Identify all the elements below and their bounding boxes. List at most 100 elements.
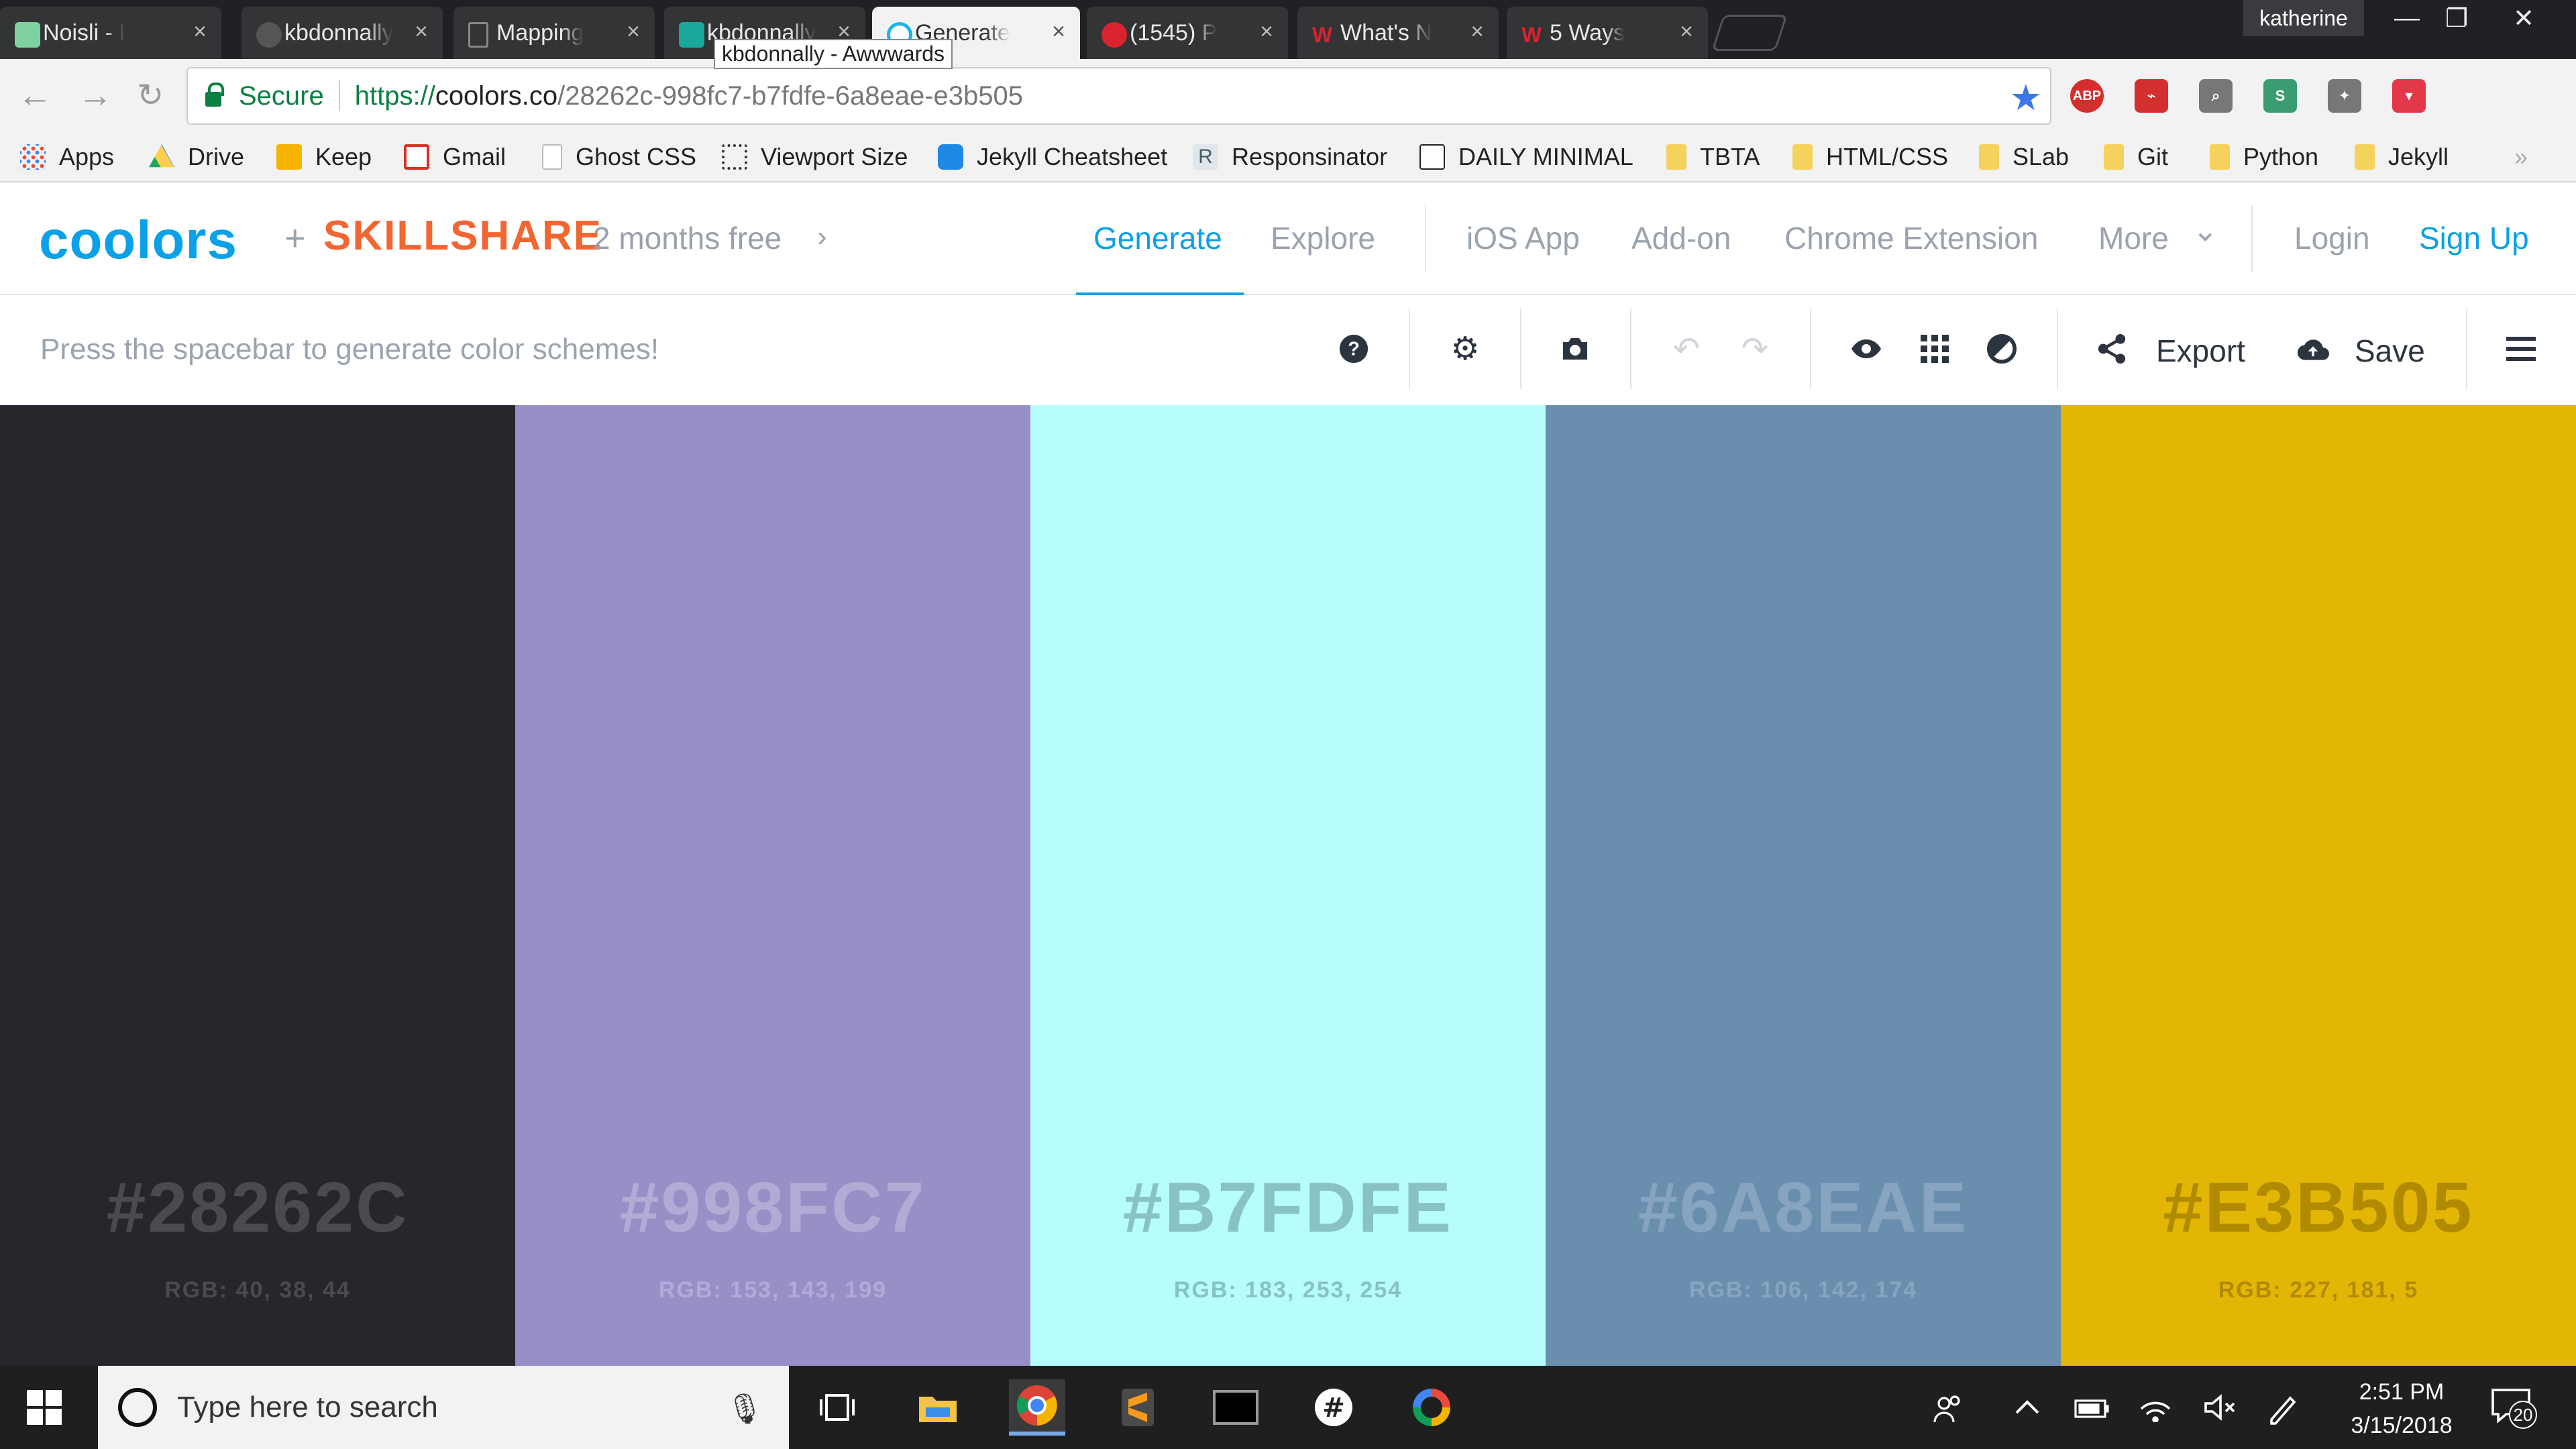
s-extension-icon[interactable]: S <box>2263 79 2297 113</box>
address-bar[interactable]: Secure https:// coolors.co /28262c-998fc… <box>186 67 2051 125</box>
save-button[interactable]: Save <box>2355 333 2425 369</box>
folder-icon <box>1792 144 1813 170</box>
adjust-palette-icon[interactable] <box>1980 327 2023 370</box>
color-swatch[interactable]: #28262C RGB: 40, 38, 44 <box>0 405 515 1366</box>
bookmark-star-icon[interactable]: ★ <box>2010 76 2042 119</box>
swatch-hex-code[interactable]: #B7FDFE <box>1030 1167 1546 1248</box>
tab-close-icon[interactable]: × <box>1260 19 1273 45</box>
color-swatch[interactable]: #E3B505 RGB: 227, 181, 5 <box>2061 405 2576 1366</box>
nav-more[interactable]: More <box>2098 220 2169 256</box>
promo-link[interactable]: 2 months free <box>593 220 782 256</box>
color-swatch[interactable]: #B7FDFE RGB: 183, 253, 254 <box>1030 405 1546 1366</box>
camera-icon[interactable] <box>1554 327 1597 370</box>
taskbar-search-box[interactable]: Type here to search 🎙︎ <box>98 1366 789 1449</box>
bookmark-folder-html-css[interactable]: HTML/CSS <box>1792 140 1948 174</box>
bookmark-apps[interactable]: Apps <box>20 140 114 174</box>
swatch-hex-code[interactable]: #28262C <box>0 1167 515 1248</box>
restore-button[interactable]: ❐ <box>2430 0 2483 36</box>
back-arrow-icon[interactable]: ← <box>15 75 55 115</box>
browser-tab[interactable]: (1545) P × <box>1087 7 1288 59</box>
swatch-hex-code[interactable]: #6A8EAE <box>1546 1167 2061 1248</box>
browser-tab[interactable]: Noisli - I × <box>0 7 221 59</box>
lightbulb-extension-icon[interactable]: ✦ <box>2328 79 2361 113</box>
bookmark-folder-python[interactable]: Python <box>2210 140 2318 174</box>
awwwards-favicon-icon <box>679 22 704 48</box>
bookmarks-overflow-icon[interactable]: » <box>2514 140 2528 174</box>
browser-tab[interactable]: W 5 Ways × <box>1507 7 1708 59</box>
profile-button[interactable]: katherine <box>2243 0 2364 36</box>
color-swatch[interactable]: #998FC7 RGB: 153, 143, 199 <box>515 405 1030 1366</box>
inspect-extension-icon[interactable]: ⌕ <box>2199 79 2233 113</box>
url-protocol: https:// <box>354 80 435 111</box>
microphone-icon[interactable]: 🎙︎ <box>726 1391 763 1426</box>
share-icon[interactable] <box>2090 327 2133 370</box>
nav-generate[interactable]: Generate <box>1093 220 1222 256</box>
grid-view-icon[interactable] <box>1913 327 1956 370</box>
coolors-logo[interactable]: coolors <box>39 209 237 271</box>
bookmark-daily-minimal[interactable]: DAILY MINIMAL <box>1419 140 1633 174</box>
cloud-upload-icon[interactable] <box>2292 327 2334 370</box>
chevron-up-icon[interactable] <box>2012 1393 2042 1430</box>
browser-tab[interactable]: Mapping × <box>453 7 655 59</box>
bookmark-jekyll-cheatsheet[interactable]: Jekyll Cheatsheet <box>938 140 1167 174</box>
bookmark-keep[interactable]: Keep <box>276 140 372 174</box>
undo-icon[interactable]: ↶ <box>1665 327 1708 370</box>
nav-addon[interactable]: Add-on <box>1631 220 1731 256</box>
bookmark-responsinator[interactable]: R Responsinator <box>1193 140 1387 174</box>
bookmark-folder-jekyll[interactable]: Jekyll <box>2355 140 2449 174</box>
pocket-extension-icon[interactable]: ▾ <box>2392 79 2426 113</box>
settings-gear-icon[interactable]: ⚙ <box>1444 327 1487 370</box>
bookmark-drive[interactable]: Drive <box>149 140 244 174</box>
close-window-button[interactable]: ✕ <box>2497 0 2551 36</box>
login-link[interactable]: Login <box>2294 220 2370 256</box>
tab-close-icon[interactable]: × <box>627 19 640 45</box>
color-swatch[interactable]: #6A8EAE RGB: 106, 142, 174 <box>1546 405 2061 1366</box>
volume-muted-icon[interactable] <box>2203 1393 2237 1430</box>
browser-tab[interactable]: W What's N × <box>1297 7 1499 59</box>
system-clock[interactable]: 2:51 PM 3/15/2018 <box>2334 1375 2469 1442</box>
skillshare-logo[interactable]: SKILLSHARE <box>323 212 602 260</box>
bookmark-folder-git[interactable]: Git <box>2104 140 2168 174</box>
action-center-icon[interactable]: 20 <box>2490 1386 2537 1433</box>
browser-tab[interactable]: kbdonnally × <box>241 7 443 59</box>
windows-start-icon[interactable] <box>27 1390 62 1425</box>
chrome-taskbar-icon[interactable] <box>1009 1379 1065 1436</box>
sublime-text-icon[interactable] <box>1110 1379 1166 1436</box>
minimize-button[interactable]: — <box>2380 0 2434 36</box>
slack-icon[interactable]: # <box>1305 1379 1362 1436</box>
swatch-hex-code[interactable]: #998FC7 <box>515 1167 1030 1248</box>
export-button[interactable]: Export <box>2156 333 2245 369</box>
adblock-extension-icon[interactable]: ABP <box>2070 79 2104 113</box>
bookmark-gmail[interactable]: Gmail <box>404 140 506 174</box>
reload-icon[interactable]: ↻ <box>130 75 170 115</box>
nav-chrome-extension[interactable]: Chrome Extension <box>1784 220 2038 256</box>
pen-ink-icon[interactable] <box>2266 1393 2300 1432</box>
bookmark-folder-tbta[interactable]: TBTA <box>1666 140 1760 174</box>
swatch-hex-code[interactable]: #E3B505 <box>2061 1167 2576 1248</box>
task-view-icon[interactable] <box>809 1379 865 1436</box>
tab-close-icon[interactable]: × <box>1052 19 1065 45</box>
bookmark-viewport-size[interactable]: Viewport Size <box>722 140 908 174</box>
battery-icon[interactable] <box>2074 1393 2109 1430</box>
redo-icon[interactable]: ↷ <box>1733 327 1776 370</box>
file-explorer-icon[interactable] <box>910 1379 966 1436</box>
bookmark-folder-slab[interactable]: SLab <box>1979 140 2069 174</box>
tab-close-icon[interactable]: × <box>1470 19 1484 45</box>
terminal-icon[interactable] <box>1208 1379 1264 1436</box>
tab-close-icon[interactable]: × <box>193 19 207 45</box>
wifi-icon[interactable] <box>2139 1393 2172 1430</box>
bookmark-ghost-css[interactable]: Ghost CSS <box>542 140 696 174</box>
new-tab-button[interactable] <box>1711 15 1788 51</box>
nav-ios-app[interactable]: iOS App <box>1466 220 1580 256</box>
tab-close-icon[interactable]: × <box>1680 19 1693 45</box>
tab-close-icon[interactable]: × <box>415 19 428 45</box>
forward-arrow-icon[interactable]: → <box>75 75 115 115</box>
people-icon[interactable] <box>1932 1393 1964 1432</box>
signup-link[interactable]: Sign Up <box>2419 220 2529 256</box>
nav-explore[interactable]: Explore <box>1271 220 1375 256</box>
view-eye-icon[interactable] <box>1845 327 1888 370</box>
pdf-extension-icon[interactable]: ⌁ <box>2135 79 2168 113</box>
app-swirl-icon[interactable] <box>1403 1379 1460 1436</box>
hamburger-menu-icon[interactable] <box>2500 327 2542 370</box>
help-icon[interactable]: ? <box>1332 327 1375 370</box>
